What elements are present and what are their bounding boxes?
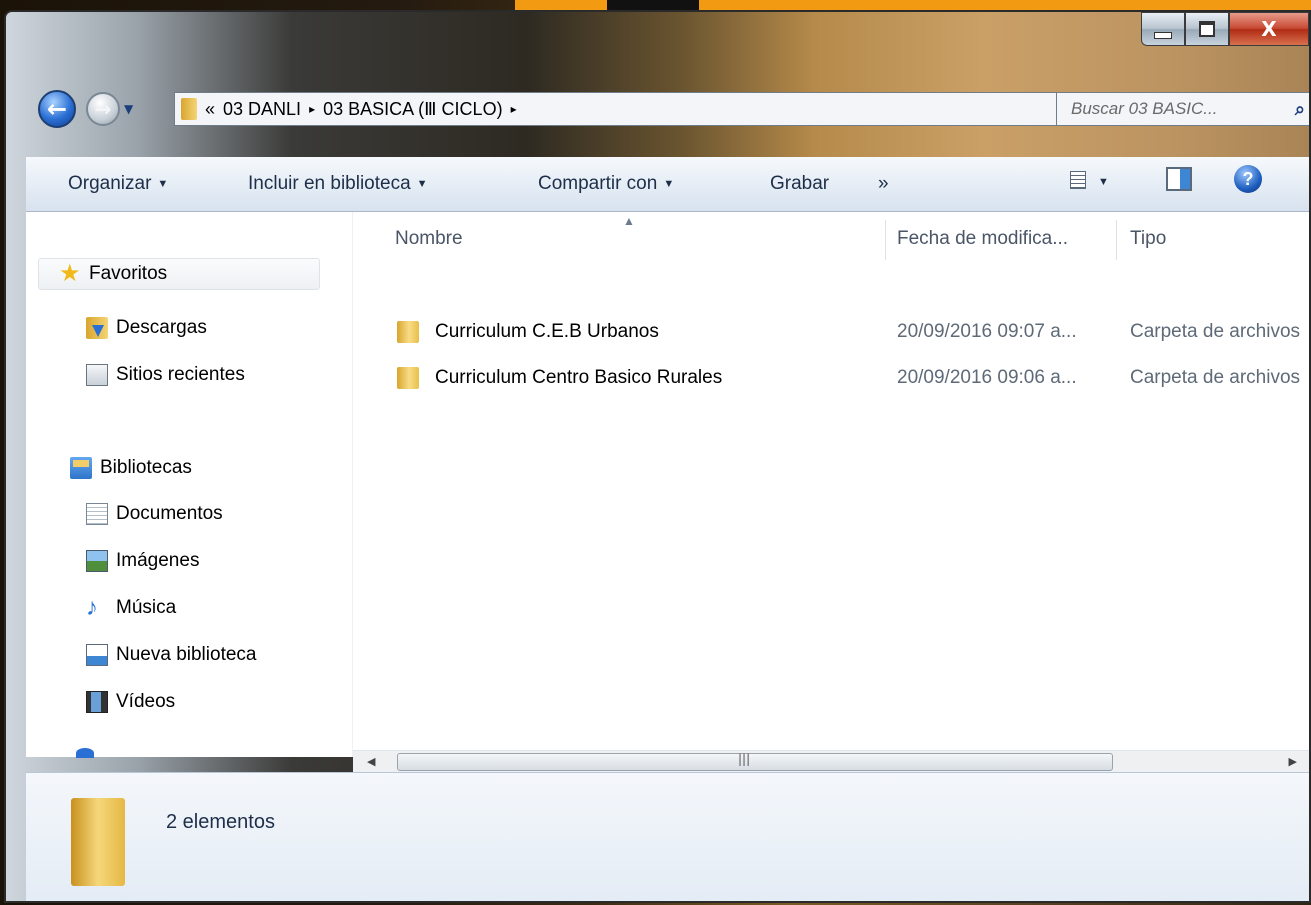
forward-arrow-icon: → xyxy=(94,97,112,121)
minimize-button[interactable] xyxy=(1141,12,1185,46)
scroll-left-arrow-icon[interactable]: ◀ xyxy=(367,751,375,773)
address-row: ← → ▼ « 03 DANLI ▸ 03 BASICA (Ⅲ CICLO) ▸… xyxy=(6,78,1309,130)
include-library-menu[interactable]: Incluir en biblioteca ▼ xyxy=(248,173,428,195)
caption-buttons: X xyxy=(1141,12,1309,48)
nav-item-documents[interactable]: Documentos xyxy=(86,498,223,530)
recent-places-icon xyxy=(86,364,108,386)
help-icon[interactable]: ? xyxy=(1234,165,1262,193)
close-button[interactable]: X xyxy=(1229,12,1309,46)
sort-ascending-icon: ▲ xyxy=(623,214,635,228)
breadcrumb-danli[interactable]: 03 DANLI xyxy=(223,99,301,120)
title-bar[interactable]: X xyxy=(6,12,1309,78)
nav-item-new-library[interactable]: Nueva biblioteca xyxy=(86,639,256,671)
nav-item-favorites[interactable]: ★ Favoritos xyxy=(38,258,320,290)
column-divider[interactable] xyxy=(1116,220,1117,260)
file-row[interactable]: Curriculum C.E.B Urbanos 20/09/2016 09:0… xyxy=(353,314,1309,350)
file-name: Curriculum C.E.B Urbanos xyxy=(435,321,659,342)
nav-item-videos[interactable]: Vídeos xyxy=(86,686,175,718)
change-view-icon[interactable] xyxy=(1070,171,1086,189)
grip-icon: ||| xyxy=(738,752,751,766)
libraries-icon xyxy=(70,457,92,479)
file-type: Carpeta de archivos xyxy=(1130,321,1301,342)
folder-icon xyxy=(397,321,419,343)
column-header-type[interactable]: Tipo xyxy=(1130,212,1166,266)
breadcrumb-overflow[interactable]: « xyxy=(205,99,215,120)
nav-item-label: Vídeos xyxy=(116,691,176,712)
folder-icon xyxy=(71,798,125,886)
include-library-label: Incluir en biblioteca xyxy=(248,173,411,194)
column-header-name[interactable]: Nombre xyxy=(395,212,463,266)
file-type: Carpeta de archivos xyxy=(1130,367,1301,388)
back-arrow-icon: ← xyxy=(46,95,68,123)
command-bar: Organizar ▼ Incluir en biblioteca ▼ Compar… xyxy=(26,157,1309,212)
search-placeholder: Buscar 03 BASIC... xyxy=(1071,99,1218,118)
forward-button[interactable]: → xyxy=(86,92,120,126)
folder-icon xyxy=(397,367,419,389)
close-icon: X xyxy=(1261,17,1277,41)
breadcrumb-basica[interactable]: 03 BASICA (Ⅲ CICLO) xyxy=(323,99,502,120)
nav-item-label: Sitios recientes xyxy=(116,364,245,385)
file-date: 20/09/2016 09:06 a... xyxy=(897,367,1077,388)
explorer-window: X ← → ▼ « 03 DANLI ▸ 03 BASICA (Ⅲ CICLO)… xyxy=(4,10,1311,903)
nav-item-label: Nueva biblioteca xyxy=(116,644,257,665)
file-list: ▲ Nombre Fecha de modifica... Tipo Curri… xyxy=(353,212,1309,757)
share-with-menu[interactable]: Compartir con ▼ xyxy=(538,173,674,195)
chevron-down-icon: ▼ xyxy=(416,178,428,190)
burn-button[interactable]: Grabar xyxy=(770,173,829,195)
breadcrumb-separator[interactable]: ▸ xyxy=(309,102,315,116)
chevron-down-icon: ▼ xyxy=(663,178,675,190)
music-note-icon: ♪ xyxy=(86,594,98,621)
nav-item-label: Música xyxy=(116,597,177,618)
details-pane: 2 elementos xyxy=(26,772,1309,901)
item-count: 2 elementos xyxy=(166,811,275,833)
nav-item-recent[interactable]: Sitios recientes xyxy=(86,359,245,391)
downloads-icon xyxy=(86,317,108,339)
more-label: » xyxy=(878,173,889,194)
nav-item-images[interactable]: Imágenes xyxy=(86,545,199,577)
back-button[interactable]: ← xyxy=(38,90,76,128)
star-icon: ★ xyxy=(59,260,81,287)
chevron-down-icon: ▼ xyxy=(157,178,169,190)
nav-item-label: Bibliotecas xyxy=(100,457,192,478)
scroll-right-arrow-icon[interactable]: ▶ xyxy=(1289,751,1297,773)
nav-item-libraries[interactable]: Bibliotecas xyxy=(70,452,192,484)
recent-pages-dropdown[interactable]: ▼ xyxy=(124,102,133,116)
pictures-icon xyxy=(86,550,108,572)
file-date: 20/09/2016 09:07 a... xyxy=(897,321,1077,342)
folder-icon xyxy=(181,98,197,120)
search-icon[interactable]: ⌕ xyxy=(1295,99,1305,120)
burn-label: Grabar xyxy=(770,173,830,194)
nav-item-label: Favoritos xyxy=(89,263,168,284)
scroll-thumb[interactable]: ||| xyxy=(397,752,1113,771)
nav-item-label: Descargas xyxy=(116,317,207,338)
nav-item-homegroup[interactable] xyxy=(76,748,102,758)
search-field[interactable]: Buscar 03 BASIC... ⌕ xyxy=(1056,92,1309,126)
organize-label: Organizar xyxy=(68,173,152,194)
preview-pane-icon[interactable] xyxy=(1166,167,1192,191)
organize-menu[interactable]: Organizar ▼ xyxy=(68,173,168,195)
breadcrumb-separator[interactable]: ▸ xyxy=(511,102,517,116)
share-with-label: Compartir con xyxy=(538,173,658,194)
column-header-date[interactable]: Fecha de modifica... xyxy=(897,212,1068,266)
column-divider[interactable] xyxy=(885,220,886,260)
homegroup-icon xyxy=(76,748,94,758)
chevron-down-icon[interactable]: ▼ xyxy=(1098,176,1109,188)
file-row[interactable]: Curriculum Centro Basico Rurales 20/09/2… xyxy=(353,360,1309,396)
nav-item-label: Imágenes xyxy=(116,550,200,571)
maximize-button[interactable] xyxy=(1185,12,1229,46)
film-strip-icon xyxy=(86,691,108,713)
nav-item-music[interactable]: ♪ Música xyxy=(86,592,176,624)
horizontal-scrollbar[interactable]: ◀ ||| ▶ xyxy=(353,750,1309,773)
minimize-icon xyxy=(1154,31,1172,39)
nav-item-downloads[interactable]: Descargas xyxy=(86,312,207,344)
more-commands-button[interactable]: » xyxy=(878,173,889,195)
maximize-icon xyxy=(1199,21,1215,37)
documents-icon xyxy=(86,503,108,525)
nav-item-label: Documentos xyxy=(116,503,223,524)
library-icon xyxy=(86,644,108,666)
navigation-pane: ★ Favoritos Descargas Sitios recientes Bi… xyxy=(26,212,372,758)
file-name: Curriculum Centro Basico Rurales xyxy=(435,367,723,388)
